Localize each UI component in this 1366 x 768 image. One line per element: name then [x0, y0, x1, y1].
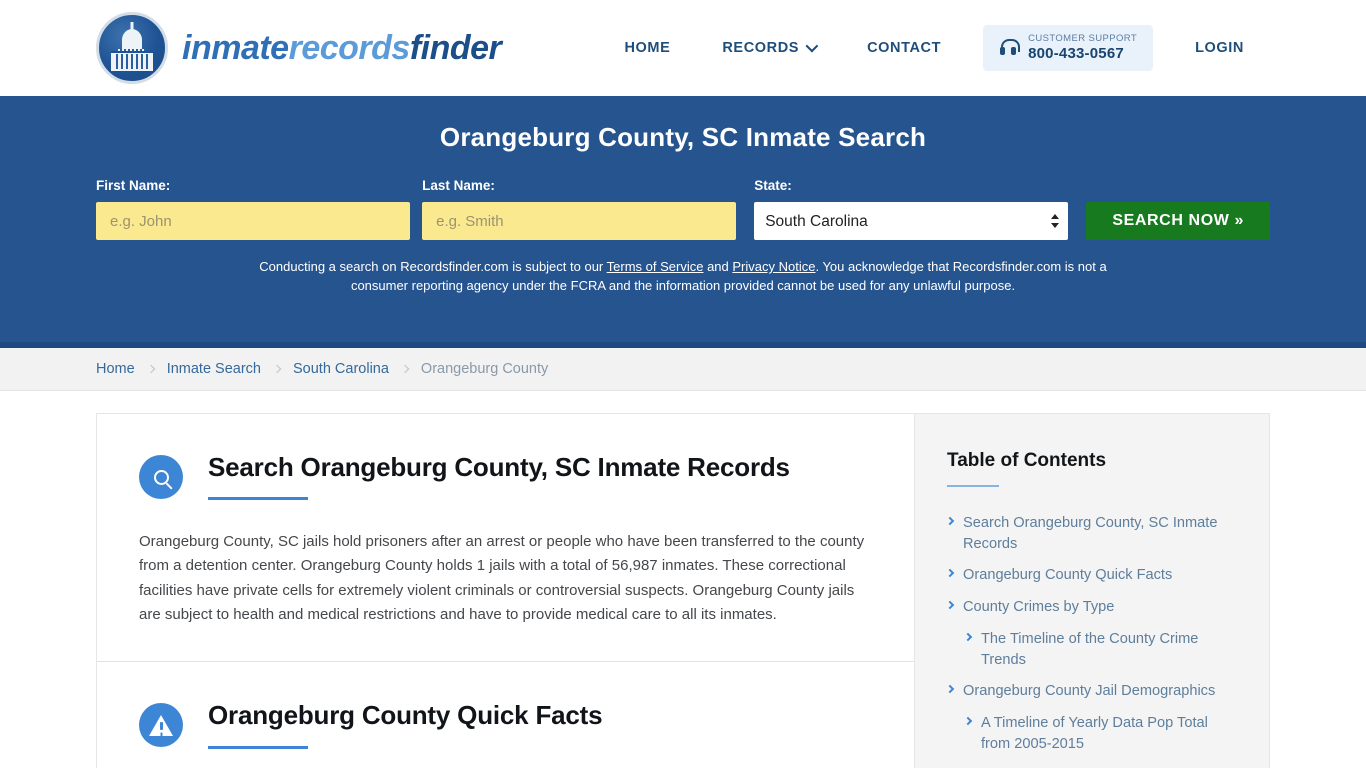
title-underline: [208, 497, 308, 501]
section-title-search-records: Search Orangeburg County, SC Inmate Reco…: [208, 452, 790, 482]
section-quick-facts: Orangeburg County Quick Facts: [97, 661, 914, 768]
main-content-card: Search Orangeburg County, SC Inmate Reco…: [96, 413, 914, 768]
customer-support-box[interactable]: CUSTOMER SUPPORT 800-433-0567: [983, 24, 1154, 72]
nav-records[interactable]: RECORDS: [696, 40, 841, 56]
toc-item-county-crime-trends[interactable]: The Timeline of the County Crime Trends: [963, 629, 1237, 670]
terms-of-service-link[interactable]: Terms of Service: [607, 259, 704, 274]
state-select[interactable]: South Carolina: [754, 202, 1069, 240]
toc-item-label: Orangeburg County Quick Facts: [963, 567, 1173, 584]
chevron-right-icon: [945, 569, 955, 578]
page-title: Orangeburg County, SC Inmate Search: [439, 122, 927, 152]
section-search-records: Search Orangeburg County, SC Inmate Reco…: [97, 414, 914, 661]
last-name-label: Last Name:: [422, 178, 495, 193]
site-header: inmaterecordsfinder HOME RECORDS CONTACT…: [0, 0, 1366, 96]
last-name-input[interactable]: [422, 202, 737, 240]
warning-icon: [139, 703, 183, 748]
page-body: Search Orangeburg County, SC Inmate Reco…: [0, 391, 1366, 768]
nav-records-label: RECORDS: [722, 39, 800, 56]
toc-item-jail-demographics[interactable]: Orangeburg County Jail Demographics: [945, 681, 1237, 702]
table-of-contents: Table of Contents Search Orangeburg Coun…: [914, 413, 1270, 768]
breadcrumb-item-home[interactable]: Home: [96, 361, 135, 377]
breadcrumb-item-inmate-search[interactable]: Inmate Search: [167, 361, 261, 377]
first-name-label: First Name:: [96, 178, 171, 193]
chevron-right-icon: [963, 716, 973, 726]
state-label: State:: [754, 178, 792, 193]
section-body-search-records: Orangeburg County, SC jails hold prisone…: [139, 533, 865, 624]
chevron-down-icon: [805, 40, 819, 53]
toc-item-county-crimes-by-type[interactable]: County Crimes by Type: [945, 597, 1237, 618]
breadcrumb-separator-icon: [272, 364, 282, 374]
first-name-input[interactable]: [96, 202, 411, 240]
support-label: CUSTOMER SUPPORT: [1028, 32, 1138, 44]
privacy-notice-link[interactable]: Privacy Notice: [732, 259, 815, 274]
breadcrumb-bar: Home Inmate Search South Carolina Orange…: [0, 348, 1366, 391]
search-icon: [139, 455, 183, 499]
toc-item-label: The Timeline of the County Crime Trends: [981, 630, 1199, 668]
toc-list: Search Orangeburg County, SC Inmate Reco…: [945, 513, 1237, 768]
toc-item-label: Orangeburg County Jail Demographics: [963, 683, 1216, 700]
toc-item-search-records[interactable]: Search Orangeburg County, SC Inmate Reco…: [945, 513, 1237, 554]
last-name-field-group: Last Name:: [422, 178, 737, 240]
breadcrumb-separator-icon: [400, 364, 410, 374]
disclaimer-text-mid: and: [703, 259, 733, 274]
logo-part-records: records: [288, 28, 411, 67]
search-now-button[interactable]: SEARCH NOW »: [1086, 202, 1270, 240]
inmate-search-form: First Name: Last Name: State: South Caro…: [96, 178, 1270, 240]
toc-item-quick-facts[interactable]: Orangeburg County Quick Facts: [945, 565, 1237, 586]
title-underline: [208, 745, 308, 749]
headset-icon: [999, 38, 1021, 57]
disclaimer-text-pre: Conducting a search on Recordsfinder.com…: [259, 259, 607, 274]
toc-item-label: A Timeline of Yearly Data Pop Total from…: [981, 715, 1208, 752]
search-disclaimer: Conducting a search on Recordsfinder.com…: [96, 258, 1270, 296]
section-title-quick-facts: Orangeburg County Quick Facts: [208, 700, 603, 731]
support-phone[interactable]: 800-433-0567: [1028, 45, 1137, 62]
nav-contact[interactable]: CONTACT: [841, 40, 967, 56]
brand-logo[interactable]: inmaterecordsfinder: [96, 12, 502, 84]
state-field-group: State: South Carolina: [754, 178, 1069, 240]
hero-search-panel: Orangeburg County, SC Inmate Search Firs…: [0, 96, 1366, 348]
toc-title: Table of Contents: [947, 450, 1107, 471]
toc-item-label: Search Orangeburg County, SC Inmate Reco…: [963, 515, 1218, 552]
chevron-right-icon: [945, 516, 955, 526]
chevron-right-icon: [945, 685, 955, 694]
breadcrumb: Home Inmate Search South Carolina Orange…: [96, 361, 548, 377]
toc-underline: [947, 485, 999, 487]
chevron-right-icon: [963, 632, 973, 642]
first-name-field-group: First Name:: [96, 178, 411, 240]
toc-item-label: County Crimes by Type: [963, 599, 1115, 616]
main-navigation: HOME RECORDS CONTACT CUSTOMER SUPPORT 80…: [598, 24, 1270, 72]
logo-part-inmate: inmate: [182, 28, 289, 67]
toc-item-yearly-data-pop-total[interactable]: A Timeline of Yearly Data Pop Total from…: [963, 713, 1237, 754]
breadcrumb-separator-icon: [146, 364, 155, 374]
nav-login[interactable]: LOGIN: [1169, 40, 1270, 56]
chevron-right-icon: [945, 600, 955, 610]
capitol-seal-icon: [96, 12, 168, 84]
nav-home[interactable]: HOME: [598, 40, 696, 56]
logo-part-finder: finder: [409, 28, 502, 67]
breadcrumb-item-south-carolina[interactable]: South Carolina: [293, 361, 389, 377]
breadcrumb-item-orangeburg-county: Orangeburg County: [420, 361, 549, 377]
logo-wordmark: inmaterecordsfinder: [182, 28, 502, 68]
